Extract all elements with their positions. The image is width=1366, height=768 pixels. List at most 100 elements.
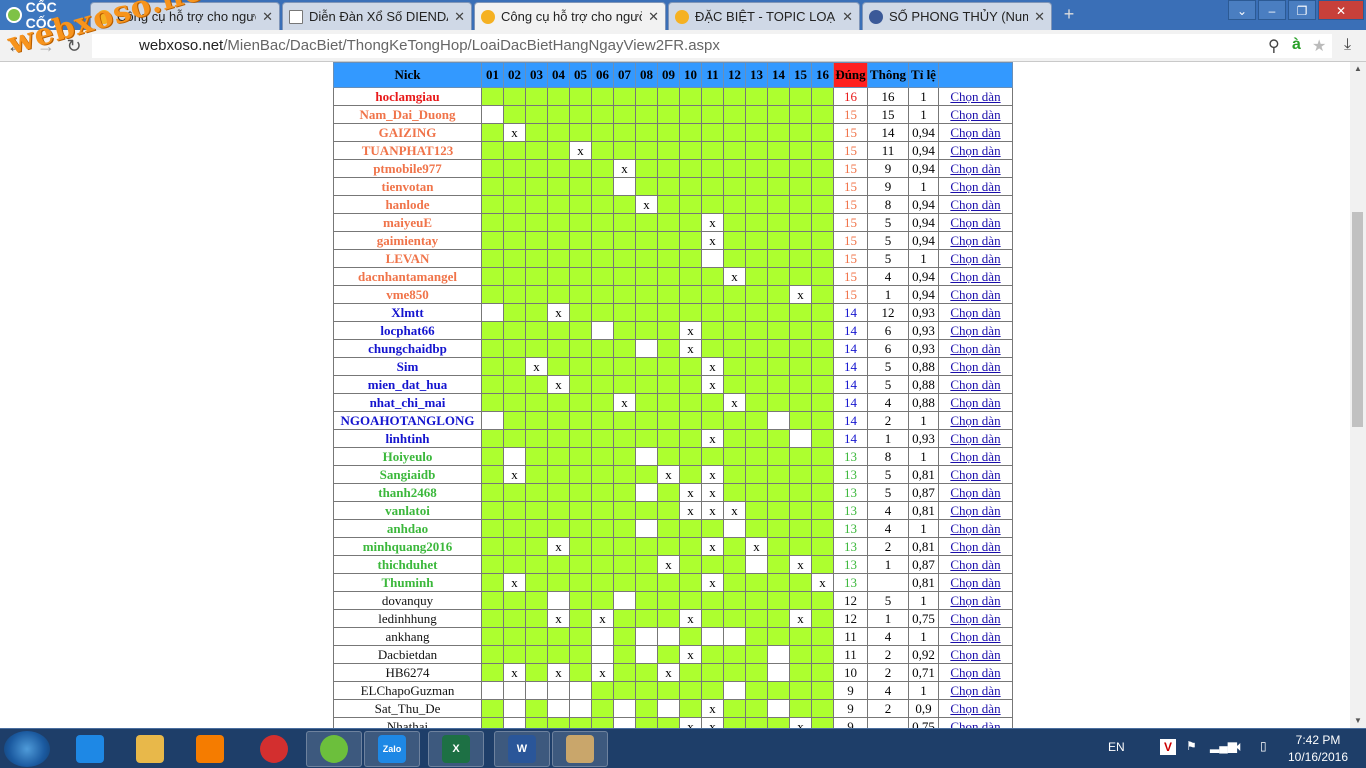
chon-dan-link[interactable]: Chọn dàn [950,197,1000,212]
network-signal-icon[interactable]: ▂▄▆ [1210,739,1237,753]
taskbar-app[interactable] [122,731,178,767]
chon-dan-link[interactable]: Chọn dàn [950,377,1000,392]
chon-dan-link[interactable]: Chọn dàn [950,107,1000,122]
download-icon[interactable]: ⤓ [1344,36,1351,54]
thong-cell: 16 [867,87,909,106]
close-tab-icon[interactable]: ✕ [454,9,465,25]
chon-dan-link[interactable]: Chọn dàn [950,359,1000,374]
scrollbar-thumb[interactable] [1352,212,1363,427]
chon-dan-link[interactable]: Chọn dàn [950,179,1000,194]
tab-2[interactable]: Diễn Đàn Xổ Số DIENDAN ✕ [282,2,472,30]
chon-dan-link[interactable]: Chọn dàn [950,647,1000,662]
clock-date[interactable]: 10/16/2016 [1284,750,1352,764]
thong-cell: 5 [867,375,909,394]
close-window-button[interactable]: ✕ [1318,0,1364,20]
taskbar-app[interactable] [182,731,238,767]
chon-dan-link[interactable]: Chọn dàn [950,161,1000,176]
tab-5[interactable]: SỐ PHONG THỦY (Numer ✕ [862,2,1052,30]
header-day: 01 [481,62,504,88]
chon-dan-link[interactable]: Chọn dàn [950,305,1000,320]
chon-dan-link[interactable]: Chọn dàn [950,719,1000,729]
nick-cell: thanh2468 [333,483,482,502]
tab-3[interactable]: Công cụ hỗ trợ cho người ✕ [474,2,666,30]
dung-cell: 14 [833,303,868,322]
chon-dan-link[interactable]: Chọn dàn [950,539,1000,554]
table-row: linhtinh x 14 1 0,93 Chọn dàn [333,429,1013,448]
chon-dan-link[interactable]: Chọn dàn [950,593,1000,608]
chon-dan-link[interactable]: Chọn dàn [950,287,1000,302]
close-tab-icon[interactable]: ✕ [1034,9,1045,25]
close-tab-icon[interactable]: ✕ [262,9,273,25]
day-cell [503,285,526,304]
day-cell [723,645,746,664]
taskbar-app[interactable] [306,731,362,767]
chon-dan-link[interactable]: Chọn dàn [950,251,1000,266]
volume-icon[interactable]: 🔈︎ [1236,738,1244,755]
minimize-button[interactable]: – [1258,0,1286,20]
scroll-down-icon[interactable]: ▼ [1350,714,1366,728]
taskbar-app[interactable] [62,731,118,767]
maximize-button[interactable]: ❐ [1288,0,1316,20]
day-cell [657,303,680,322]
day-cell: x [679,501,702,520]
tab-4[interactable]: ĐẶC BIỆT - TOPIC LOẠI Đ ✕ [668,2,860,30]
language-indicator[interactable]: EN [1108,740,1125,754]
chon-dan-link[interactable]: Chọn dàn [950,341,1000,356]
table-row: Nam_Dai_Duong 15 15 1 Chọn dàn [333,105,1013,124]
chon-dan-link[interactable]: Chọn dàn [950,485,1000,500]
day-cell [503,177,526,196]
battery-icon[interactable]: ▯ [1260,739,1267,753]
day-cell [481,429,504,448]
chon-dan-link[interactable]: Chọn dàn [950,701,1000,716]
close-tab-icon[interactable]: ✕ [842,9,853,25]
chon-dan-link[interactable]: Chọn dàn [950,449,1000,464]
close-tab-icon[interactable]: ✕ [648,9,659,25]
chon-dan-link[interactable]: Chọn dàn [950,665,1000,680]
nick-cell: anhdao [333,519,482,538]
thong-cell: 1 [867,429,909,448]
chon-dan-link[interactable]: Chọn dàn [950,467,1000,482]
chon-dan-link[interactable]: Chọn dàn [950,143,1000,158]
chon-dan-link[interactable]: Chọn dàn [950,521,1000,536]
day-cell [569,465,592,484]
chon-dan-link[interactable]: Chọn dàn [950,89,1000,104]
new-tab-button[interactable]: + [1058,4,1080,24]
action-cell: Chọn dàn [938,555,1013,574]
zoom-icon[interactable]: ⚲ [1268,36,1280,56]
chon-dan-link[interactable]: Chọn dàn [950,611,1000,626]
tile-cell: 0,88 [908,393,939,412]
table-row: mien_dat_hua x x 14 5 0,88 Chọn dàn [333,375,1013,394]
chon-dan-link[interactable]: Chọn dàn [950,503,1000,518]
chon-dan-link[interactable]: Chọn dàn [950,395,1000,410]
chon-dan-link[interactable]: Chọn dàn [950,323,1000,338]
day-cell [503,519,526,538]
address-bar[interactable]: webxoso.net/MienBac/DacBiet/ThongKeTongH… [92,34,1332,58]
clock-time[interactable]: 7:42 PM [1294,733,1342,747]
bookmark-star-icon[interactable]: ★ [1312,36,1326,56]
flag-tray-icon[interactable]: ⚑ [1186,739,1197,753]
day-cell [745,501,768,520]
chon-dan-link[interactable]: Chọn dàn [950,683,1000,698]
day-cell [635,357,658,376]
start-button[interactable] [4,731,50,767]
chon-dan-link[interactable]: Chọn dàn [950,575,1000,590]
tab-list-button[interactable]: ⌄ [1228,0,1256,20]
chon-dan-link[interactable]: Chọn dàn [950,413,1000,428]
chon-dan-link[interactable]: Chọn dàn [950,125,1000,140]
taskbar-app[interactable] [552,731,608,767]
chon-dan-link[interactable]: Chọn dàn [950,629,1000,644]
chon-dan-link[interactable]: Chọn dàn [950,557,1000,572]
chon-dan-link[interactable]: Chọn dàn [950,215,1000,230]
day-cell [481,645,504,664]
chon-dan-link[interactable]: Chọn dàn [950,269,1000,284]
scroll-up-icon[interactable]: ▲ [1350,62,1366,76]
taskbar-app[interactable]: X [428,731,484,767]
typing-helper-icon[interactable]: à [1292,36,1301,54]
taskbar-app[interactable]: W [494,731,550,767]
vertical-scrollbar[interactable]: ▲ ▼ [1350,62,1366,728]
taskbar-app[interactable]: Zalo [364,731,420,767]
antivirus-tray-icon[interactable]: V [1160,739,1176,755]
chon-dan-link[interactable]: Chọn dàn [950,233,1000,248]
taskbar-app[interactable] [246,731,302,767]
chon-dan-link[interactable]: Chọn dàn [950,431,1000,446]
